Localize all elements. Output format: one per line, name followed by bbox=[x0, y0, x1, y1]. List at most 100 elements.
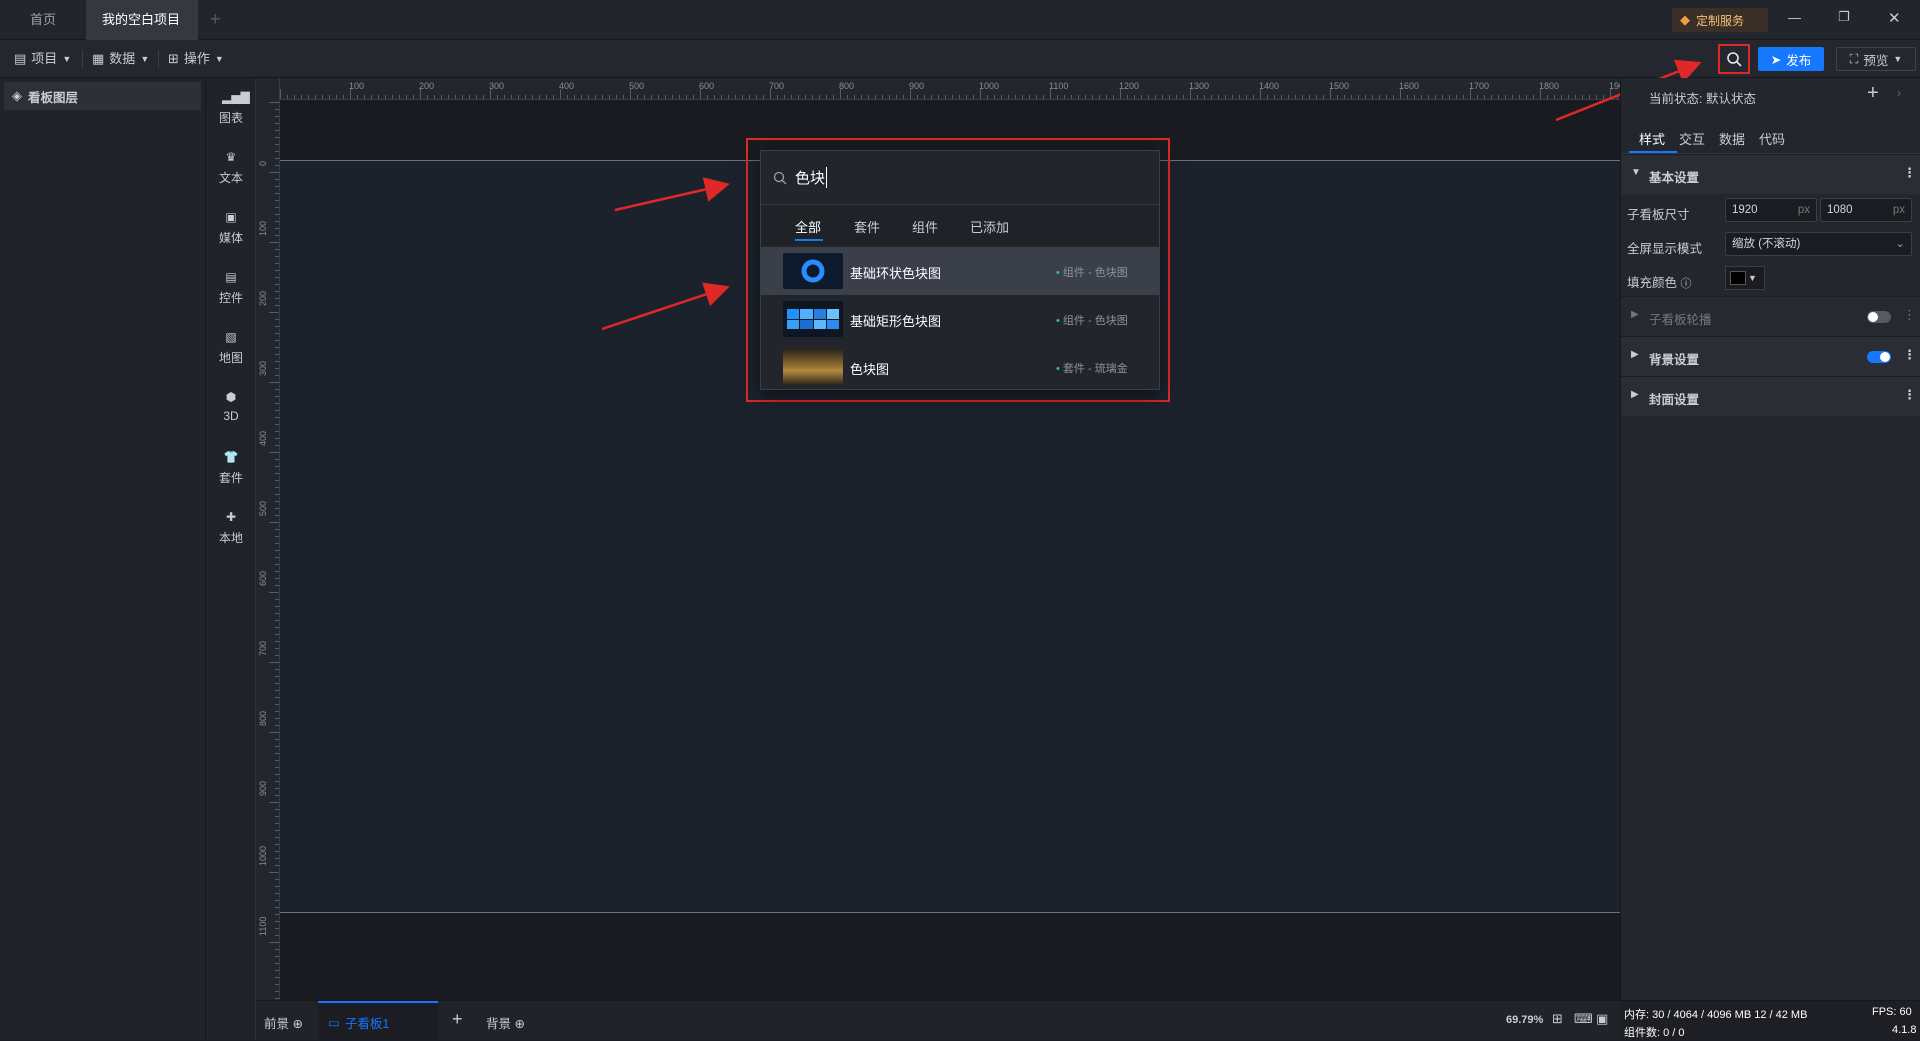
divider bbox=[158, 50, 159, 68]
nav-item-media[interactable]: ▣ 媒体 bbox=[206, 210, 256, 246]
search-tab-all[interactable]: 全部 bbox=[795, 217, 821, 236]
color-block-thumbnail bbox=[783, 349, 843, 385]
nav-label: 3D bbox=[223, 409, 239, 423]
chevron-down-icon: ▼ bbox=[140, 54, 150, 64]
operations-menu[interactable]: ⊞ 操作 ▼ bbox=[168, 40, 224, 78]
bar-chart-icon: ▂▅▇ bbox=[222, 90, 250, 104]
board-tabs-bar: 前景 ⊕ ▭ 子看板1 + 背景 ⊕ 69.79% ⊞ ⌨ ▣ bbox=[256, 1000, 1620, 1041]
chevron-down-icon: ▼ bbox=[62, 54, 72, 64]
caret-down-icon: ▼ bbox=[1748, 273, 1757, 283]
width-input[interactable]: 1920 px bbox=[1725, 198, 1817, 222]
ruler-tick-label: 1800 bbox=[1539, 81, 1560, 91]
minimize-icon[interactable]: — bbox=[1788, 10, 1801, 25]
preview-button[interactable]: ⛶ 预览 ▼ bbox=[1836, 47, 1916, 71]
search-tab-kits[interactable]: 套件 bbox=[854, 217, 880, 236]
add-tab-icon[interactable]: + bbox=[210, 9, 221, 30]
search-result-item[interactable]: 基础矩形色块图 • 组件 - 色块图 bbox=[761, 295, 1159, 343]
section-title: 基本设置 bbox=[1649, 171, 1700, 185]
ruler-tick-label: 1000 bbox=[258, 845, 268, 866]
section-title: 子看板轮播 bbox=[1649, 313, 1712, 327]
fill-color-label: 填充颜色 ⓘ bbox=[1627, 276, 1692, 290]
carousel-toggle[interactable] bbox=[1867, 311, 1891, 323]
tab-style[interactable]: 样式 bbox=[1639, 129, 1665, 148]
search-tab-added[interactable]: 已添加 bbox=[970, 217, 1009, 236]
section-cover[interactable]: ▶ 封面设置 ⋮ bbox=[1621, 376, 1920, 416]
diamond-icon: ◆ bbox=[1680, 12, 1690, 27]
keyboard-icon[interactable]: ⌨ bbox=[1574, 1011, 1593, 1027]
more-icon[interactable]: ⋮ bbox=[1903, 387, 1916, 403]
properties-panel: 当前状态: 默认状态 + › 样式 交互 数据 代码 ▼ 基本设置 ⋮ 子看板尺… bbox=[1620, 78, 1920, 1000]
nav-item-controls[interactable]: ▤ 控件 bbox=[206, 270, 256, 306]
component-count: 组件数: 0 / 0 bbox=[1624, 1027, 1685, 1039]
search-input[interactable]: 色块 bbox=[795, 167, 828, 188]
tab-data[interactable]: 数据 bbox=[1719, 129, 1745, 148]
project-label: 项目 bbox=[31, 51, 58, 66]
layers-header[interactable]: ◈ 看板图层 bbox=[4, 82, 201, 110]
restore-icon[interactable]: ❐ bbox=[1838, 9, 1850, 25]
send-icon: ➤ bbox=[1770, 52, 1782, 67]
custom-service-button[interactable]: ◆ 定制服务 bbox=[1672, 8, 1768, 32]
tab-current-project[interactable]: 我的空白项目 ✕ bbox=[86, 0, 198, 67]
nav-item-text[interactable]: ♛ 文本 bbox=[206, 150, 256, 186]
subboard-tab[interactable]: ▭ 子看板1 bbox=[318, 1001, 438, 1041]
result-tag: • 组件 - 色块图 bbox=[1056, 267, 1128, 279]
background-toggle[interactable] bbox=[1867, 351, 1891, 363]
nav-label: 本地 bbox=[218, 531, 243, 545]
background-tab[interactable]: 背景 ⊕ bbox=[486, 1013, 525, 1032]
ruler-tick-label: 1400 bbox=[1259, 81, 1280, 91]
status-bar: 内存: 30 / 4064 / 4096 MB 12 / 42 MB FPS: … bbox=[1620, 1000, 1920, 1040]
project-menu[interactable]: ▤ 项目 ▼ bbox=[14, 40, 71, 78]
close-window-icon[interactable]: ✕ bbox=[1888, 9, 1901, 27]
terminal-icon[interactable]: ▣ bbox=[1596, 1011, 1608, 1027]
ruler-tick-label: 0 bbox=[258, 160, 268, 166]
nav-item-map[interactable]: ▧ 地图 bbox=[206, 330, 256, 366]
nav-item-chart[interactable]: ▂▅▇ 图表 bbox=[206, 90, 256, 126]
more-icon[interactable]: ⋮ bbox=[1903, 347, 1916, 363]
version: 4.1.8 bbox=[1892, 1024, 1917, 1036]
tab-home[interactable]: 首页 bbox=[14, 0, 72, 40]
section-basic-settings[interactable]: ▼ 基本设置 ⋮ bbox=[1621, 154, 1920, 194]
more-icon[interactable]: ⋮ bbox=[1903, 307, 1916, 323]
layers-title: 看板图层 bbox=[28, 90, 79, 105]
fullscreen-label: 全屏显示模式 bbox=[1627, 242, 1703, 256]
search-tabs: 全部 套件 组件 已添加 bbox=[761, 205, 1159, 245]
add-circle-icon[interactable]: ⊕ bbox=[515, 1017, 525, 1031]
add-subboard-icon[interactable]: + bbox=[452, 1009, 463, 1030]
service-label: 定制服务 bbox=[1696, 13, 1745, 28]
fps-counter: FPS: 60 bbox=[1872, 1006, 1912, 1018]
chevron-right-icon[interactable]: › bbox=[1897, 86, 1901, 100]
ruler-tick-label: 300 bbox=[489, 81, 505, 91]
nav-item-3d[interactable]: ⬢ 3D bbox=[206, 390, 256, 423]
search-result-item[interactable]: 色块图 • 套件 - 琉璃金 bbox=[761, 343, 1159, 391]
background-label: 背景 bbox=[486, 1017, 512, 1031]
fullscreen-select[interactable]: 缩放 (不滚动) ⌄ bbox=[1725, 232, 1912, 256]
foreground-label: 前景 bbox=[264, 1017, 290, 1031]
foreground-tab[interactable]: 前景 ⊕ bbox=[264, 1013, 303, 1032]
ruler-tick-label: 100 bbox=[349, 81, 365, 91]
tab-code[interactable]: 代码 bbox=[1759, 129, 1785, 148]
add-circle-icon[interactable]: ⊕ bbox=[293, 1017, 303, 1031]
search-button[interactable] bbox=[1718, 44, 1750, 74]
section-carousel[interactable]: ▶ 子看板轮播 ⋮ bbox=[1621, 296, 1920, 336]
search-result-item[interactable]: 基础环状色块图 • 组件 - 色块图 bbox=[761, 247, 1159, 295]
result-tag: • 组件 - 色块图 bbox=[1056, 315, 1128, 327]
fill-color-picker[interactable]: ▼ bbox=[1725, 266, 1765, 290]
fullscreen-icon: ⛶ bbox=[1849, 51, 1859, 66]
height-input[interactable]: 1080 px bbox=[1820, 198, 1912, 222]
control-icon: ▤ bbox=[225, 270, 237, 284]
ops-label: 操作 bbox=[183, 51, 210, 66]
ruler-tick-label: 1600 bbox=[1399, 81, 1420, 91]
nav-item-kits[interactable]: 👕 套件 bbox=[206, 450, 256, 486]
tab-interaction[interactable]: 交互 bbox=[1679, 129, 1705, 148]
title-bar: 首页 我的空白项目 ✕ + ◆ 定制服务 — ❐ ✕ bbox=[0, 0, 1920, 67]
more-icon[interactable]: ⋮ bbox=[1903, 165, 1916, 181]
result-name: 基础矩形色块图 bbox=[850, 314, 942, 329]
nav-item-local[interactable]: ✚ 本地 bbox=[206, 510, 256, 546]
publish-button[interactable]: ➤ 发布 bbox=[1758, 47, 1824, 71]
search-tab-components[interactable]: 组件 bbox=[912, 217, 938, 236]
data-menu[interactable]: ▦ 数据 ▼ bbox=[92, 40, 149, 78]
section-background[interactable]: ▶ 背景设置 ⋮ bbox=[1621, 336, 1920, 376]
nav-label: 媒体 bbox=[218, 231, 243, 245]
add-state-icon[interactable]: + bbox=[1867, 82, 1879, 105]
fit-screen-icon[interactable]: ⊞ bbox=[1552, 1011, 1563, 1027]
